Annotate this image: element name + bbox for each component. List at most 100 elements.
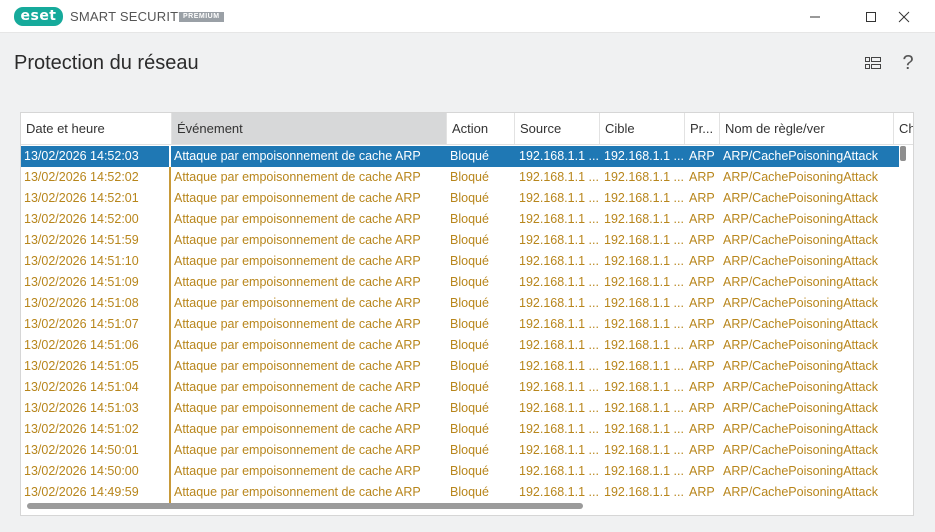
- table-row[interactable]: 13/02/2026 14:51:59 Attaque par empoisonn…: [21, 230, 899, 251]
- column-protocol[interactable]: Pr...: [685, 113, 720, 144]
- cell-event: Attaque par empoisonnement de cache ARP: [169, 419, 445, 440]
- cell-date: 13/02/2026 14:51:06: [24, 338, 139, 352]
- column-rule[interactable]: Nom de règle/ver: [720, 113, 894, 144]
- table-body: 13/02/2026 14:52:03 Attaque par empoisonn…: [21, 146, 899, 503]
- cell-source: 192.168.1.1 ...: [519, 170, 599, 184]
- horizontal-scrollbar[interactable]: [27, 503, 583, 509]
- cell-event: Attaque par empoisonnement de cache ARP: [169, 209, 445, 230]
- product-name: SMART SECURITY: [70, 9, 188, 24]
- column-ch[interactable]: Ch: [894, 113, 913, 144]
- cell-rule: ARP/CachePoisoningAttack: [723, 233, 878, 247]
- title-bar: eset SMART SECURITY PREMIUM: [0, 0, 935, 33]
- cell-protocol: ARP: [689, 380, 715, 394]
- cell-rule: ARP/CachePoisoningAttack: [723, 296, 878, 310]
- column-source[interactable]: Source: [515, 113, 600, 144]
- cell-source: 192.168.1.1 ...: [519, 443, 599, 457]
- column-event[interactable]: Événement: [172, 113, 447, 144]
- table-row[interactable]: 13/02/2026 14:51:09 Attaque par empoisonn…: [21, 272, 899, 293]
- eset-logo: eset: [14, 7, 63, 26]
- cell-rule: ARP/CachePoisoningAttack: [723, 275, 878, 289]
- cell-rule: ARP/CachePoisoningAttack: [723, 212, 878, 226]
- cell-date: 13/02/2026 14:52:00: [24, 212, 139, 226]
- minimize-button[interactable]: [798, 0, 832, 33]
- cell-rule: ARP/CachePoisoningAttack: [723, 422, 878, 436]
- cell-source: 192.168.1.1 ...: [519, 422, 599, 436]
- cell-rule: ARP/CachePoisoningAttack: [723, 380, 878, 394]
- cell-protocol: ARP: [689, 233, 715, 247]
- cell-rule: ARP/CachePoisoningAttack: [723, 149, 878, 163]
- cell-target: 192.168.1.1 ...: [604, 401, 684, 415]
- maximize-button[interactable]: [854, 0, 888, 33]
- column-target[interactable]: Cible: [600, 113, 685, 144]
- cell-action: Bloqué: [450, 275, 489, 289]
- cell-source: 192.168.1.1 ...: [519, 317, 599, 331]
- cell-source: 192.168.1.1 ...: [519, 485, 599, 499]
- maximize-icon: [866, 11, 876, 22]
- cell-date: 13/02/2026 14:51:03: [24, 401, 139, 415]
- cell-date: 13/02/2026 14:51:04: [24, 380, 139, 394]
- cell-action: Bloqué: [450, 380, 489, 394]
- cell-date: 13/02/2026 14:51:07: [24, 317, 139, 331]
- table-row[interactable]: 13/02/2026 14:50:00 Attaque par empoisonn…: [21, 461, 899, 482]
- cell-date: 13/02/2026 14:52:01: [24, 191, 139, 205]
- cell-action: Bloqué: [450, 464, 489, 478]
- cell-date: 13/02/2026 14:51:59: [24, 233, 139, 247]
- table-row[interactable]: 13/02/2026 14:51:06 Attaque par empoisonn…: [21, 335, 899, 356]
- table-row[interactable]: 13/02/2026 14:52:03 Attaque par empoisonn…: [21, 146, 899, 167]
- table-row[interactable]: 13/02/2026 14:51:03 Attaque par empoisonn…: [21, 398, 899, 419]
- cell-action: Bloqué: [450, 170, 489, 184]
- cell-target: 192.168.1.1 ...: [604, 254, 684, 268]
- cell-action: Bloqué: [450, 443, 489, 457]
- help-button[interactable]: ?: [897, 52, 919, 74]
- cell-protocol: ARP: [689, 422, 715, 436]
- cell-rule: ARP/CachePoisoningAttack: [723, 191, 878, 205]
- cell-target: 192.168.1.1 ...: [604, 317, 684, 331]
- cell-event: Attaque par empoisonnement de cache ARP: [169, 482, 445, 503]
- cell-target: 192.168.1.1 ...: [604, 170, 684, 184]
- cell-date: 13/02/2026 14:51:08: [24, 296, 139, 310]
- vertical-scrollbar[interactable]: [900, 146, 906, 161]
- cell-event: Attaque par empoisonnement de cache ARP: [169, 461, 445, 482]
- cell-date: 13/02/2026 14:51:09: [24, 275, 139, 289]
- cell-source: 192.168.1.1 ...: [519, 275, 599, 289]
- cell-action: Bloqué: [450, 296, 489, 310]
- cell-target: 192.168.1.1 ...: [604, 149, 684, 163]
- cell-date: 13/02/2026 14:50:01: [24, 443, 139, 457]
- table-row[interactable]: 13/02/2026 14:51:05 Attaque par empoisonn…: [21, 356, 899, 377]
- cell-event: Attaque par empoisonnement de cache ARP: [169, 440, 445, 461]
- table-row[interactable]: 13/02/2026 14:51:08 Attaque par empoisonn…: [21, 293, 899, 314]
- table-row[interactable]: 13/02/2026 14:52:02 Attaque par empoisonn…: [21, 167, 899, 188]
- cell-event: Attaque par empoisonnement de cache ARP: [169, 398, 445, 419]
- table-row[interactable]: 13/02/2026 14:51:10 Attaque par empoisonn…: [21, 251, 899, 272]
- close-icon: [898, 11, 910, 22]
- table-row[interactable]: 13/02/2026 14:50:01 Attaque par empoisonn…: [21, 440, 899, 461]
- cell-target: 192.168.1.1 ...: [604, 191, 684, 205]
- column-date[interactable]: Date et heure: [21, 113, 172, 144]
- cell-rule: ARP/CachePoisoningAttack: [723, 317, 878, 331]
- cell-action: Bloqué: [450, 401, 489, 415]
- cell-rule: ARP/CachePoisoningAttack: [723, 464, 878, 478]
- cell-rule: ARP/CachePoisoningAttack: [723, 359, 878, 373]
- cell-date: 13/02/2026 14:52:02: [24, 170, 139, 184]
- cell-source: 192.168.1.1 ...: [519, 338, 599, 352]
- table-row[interactable]: 13/02/2026 14:52:00 Attaque par empoisonn…: [21, 209, 899, 230]
- table-row[interactable]: 13/02/2026 14:51:07 Attaque par empoisonn…: [21, 314, 899, 335]
- cell-action: Bloqué: [450, 317, 489, 331]
- cell-rule: ARP/CachePoisoningAttack: [723, 254, 878, 268]
- cell-action: Bloqué: [450, 338, 489, 352]
- cell-source: 192.168.1.1 ...: [519, 380, 599, 394]
- table-row[interactable]: 13/02/2026 14:52:01 Attaque par empoisonn…: [21, 188, 899, 209]
- cell-protocol: ARP: [689, 212, 715, 226]
- cell-action: Bloqué: [450, 233, 489, 247]
- table-row[interactable]: 13/02/2026 14:51:02 Attaque par empoisonn…: [21, 419, 899, 440]
- view-toggle-button[interactable]: [862, 52, 884, 74]
- table-row[interactable]: 13/02/2026 14:51:04 Attaque par empoisonn…: [21, 377, 899, 398]
- cell-protocol: ARP: [689, 275, 715, 289]
- cell-event: Attaque par empoisonnement de cache ARP: [169, 356, 445, 377]
- cell-action: Bloqué: [450, 359, 489, 373]
- cell-target: 192.168.1.1 ...: [604, 464, 684, 478]
- close-button[interactable]: [887, 0, 921, 33]
- column-action[interactable]: Action: [447, 113, 515, 144]
- table-row[interactable]: 13/02/2026 14:49:59 Attaque par empoisonn…: [21, 482, 899, 503]
- cell-source: 192.168.1.1 ...: [519, 191, 599, 205]
